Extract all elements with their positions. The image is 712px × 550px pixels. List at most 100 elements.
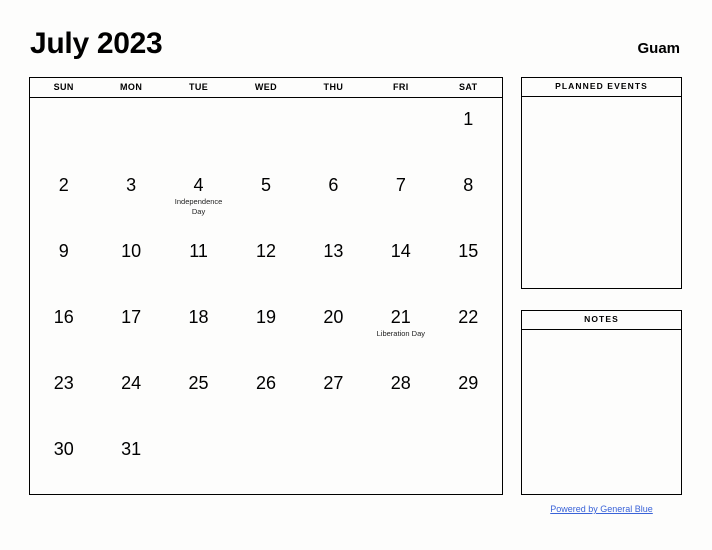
weekday-header-sat: SAT: [458, 82, 478, 92]
weekday-header-thu: THU: [323, 82, 344, 92]
calendar-week-row: 9 10 11 12 13 14 15: [30, 230, 502, 296]
day-number: 15: [458, 241, 479, 261]
day-cell-4[interactable]: 4 Independence Day: [165, 164, 232, 230]
day-number: 8: [463, 175, 474, 195]
day-number: 27: [323, 373, 344, 393]
day-number: 14: [390, 241, 411, 261]
day-cell-7[interactable]: 7: [367, 164, 434, 230]
day-cell-30[interactable]: 30: [30, 428, 97, 494]
day-cell-11[interactable]: 11: [165, 230, 232, 296]
weekday-header-fri: FRI: [392, 82, 409, 92]
location-label: Guam: [637, 40, 680, 57]
day-cell-31[interactable]: 31: [97, 428, 164, 494]
day-number: 3: [126, 175, 137, 195]
day-cell-empty: [30, 98, 97, 164]
day-number: 6: [328, 175, 339, 195]
day-cell-17[interactable]: 17: [97, 296, 164, 362]
day-cell-empty: [300, 98, 367, 164]
day-number: 29: [458, 373, 479, 393]
day-cell-13[interactable]: 13: [300, 230, 367, 296]
day-number: 11: [189, 241, 208, 261]
day-number: 1: [463, 109, 474, 129]
day-number: 13: [323, 241, 344, 261]
page-title: July 2023: [30, 27, 163, 60]
day-number: 12: [255, 241, 276, 261]
day-cell-20[interactable]: 20: [300, 296, 367, 362]
day-cell-empty: [367, 98, 434, 164]
day-number: 9: [58, 241, 69, 261]
calendar-weeks: 1 2 3 4 Independence Day 5 6 7 8 9 10 11 12 13 14 15 16 1…: [30, 98, 502, 494]
day-number: 28: [390, 373, 411, 393]
calendar-week-row: 2 3 4 Independence Day 5 6 7 8: [30, 164, 502, 230]
day-number: 5: [260, 175, 271, 195]
notes-box: NOTES: [521, 310, 682, 495]
day-cell-28[interactable]: 28: [367, 362, 434, 428]
day-cell-15[interactable]: 15: [435, 230, 502, 296]
day-cell-2[interactable]: 2: [30, 164, 97, 230]
day-cell-3[interactable]: 3: [97, 164, 164, 230]
notes-title: NOTES: [522, 311, 681, 330]
day-event-label: Liberation Day: [376, 329, 425, 338]
day-cell-empty: [232, 98, 299, 164]
day-number: 7: [395, 175, 406, 195]
day-number: 24: [121, 373, 142, 393]
day-cell-empty: [300, 428, 367, 494]
weekday-header-wed: WED: [254, 82, 278, 92]
day-cell-empty: [232, 428, 299, 494]
day-cell-18[interactable]: 18: [165, 296, 232, 362]
calendar-week-row: 1: [30, 98, 502, 164]
day-cell-empty: [97, 98, 164, 164]
calendar-week-row: 16 17 18 19 20 21 Liberation Day 22: [30, 296, 502, 362]
weekday-header-sun: SUN: [53, 82, 74, 92]
day-cell-10[interactable]: 10: [97, 230, 164, 296]
page-header: July 2023 Guam: [30, 28, 680, 68]
day-number: 22: [458, 307, 479, 327]
day-number: 21: [390, 307, 411, 327]
calendar-week-row: 23 24 25 26 27 28 29: [30, 362, 502, 428]
calendar-page: July 2023 Guam SUN MON TUE WED THU FRI SAT 123…: [0, 0, 712, 550]
planned-events-body[interactable]: [522, 97, 681, 288]
weekday-header-tue: TUE: [188, 82, 209, 92]
planned-events-title: PLANNED EVENTS: [522, 78, 681, 97]
day-cell-22[interactable]: 22: [435, 296, 502, 362]
day-number: 19: [255, 307, 276, 327]
day-number: 26: [255, 373, 276, 393]
day-cell-5[interactable]: 5: [232, 164, 299, 230]
day-cell-6[interactable]: 6: [300, 164, 367, 230]
day-number: 2: [58, 175, 69, 195]
notes-body[interactable]: [522, 330, 681, 494]
day-cell-12[interactable]: 12: [232, 230, 299, 296]
day-cell-25[interactable]: 25: [165, 362, 232, 428]
calendar-grid: SUN MON TUE WED THU FRI SAT 1 2 3 4 Independence D…: [29, 77, 503, 495]
day-cell-24[interactable]: 24: [97, 362, 164, 428]
day-cell-27[interactable]: 27: [300, 362, 367, 428]
day-cell-1[interactable]: 1: [435, 98, 502, 164]
planned-events-box: PLANNED EVENTS: [521, 77, 682, 289]
day-cell-21[interactable]: 21 Liberation Day: [367, 296, 434, 362]
day-cell-9[interactable]: 9: [30, 230, 97, 296]
day-number: 31: [121, 439, 142, 459]
day-cell-empty: [165, 98, 232, 164]
day-number: 23: [53, 373, 74, 393]
weekday-header-mon: MON: [120, 82, 143, 92]
day-number: 30: [53, 439, 74, 459]
day-cell-14[interactable]: 14: [367, 230, 434, 296]
day-number: 17: [121, 307, 142, 327]
day-cell-empty: [435, 428, 502, 494]
day-number: 18: [188, 307, 209, 327]
day-number: 16: [53, 307, 74, 327]
day-event-label: Independence Day: [174, 197, 223, 216]
day-cell-19[interactable]: 19: [232, 296, 299, 362]
day-cell-8[interactable]: 8: [435, 164, 502, 230]
day-cell-16[interactable]: 16: [30, 296, 97, 362]
day-cell-26[interactable]: 26: [232, 362, 299, 428]
day-number: 10: [121, 241, 142, 261]
calendar-week-row: 30 31: [30, 428, 502, 494]
day-cell-empty: [367, 428, 434, 494]
powered-by-link[interactable]: Powered by General Blue: [521, 504, 682, 514]
day-cell-23[interactable]: 23: [30, 362, 97, 428]
day-cell-29[interactable]: 29: [435, 362, 502, 428]
day-number: 4: [193, 175, 204, 195]
day-number: 20: [323, 307, 344, 327]
day-cell-empty: [165, 428, 232, 494]
